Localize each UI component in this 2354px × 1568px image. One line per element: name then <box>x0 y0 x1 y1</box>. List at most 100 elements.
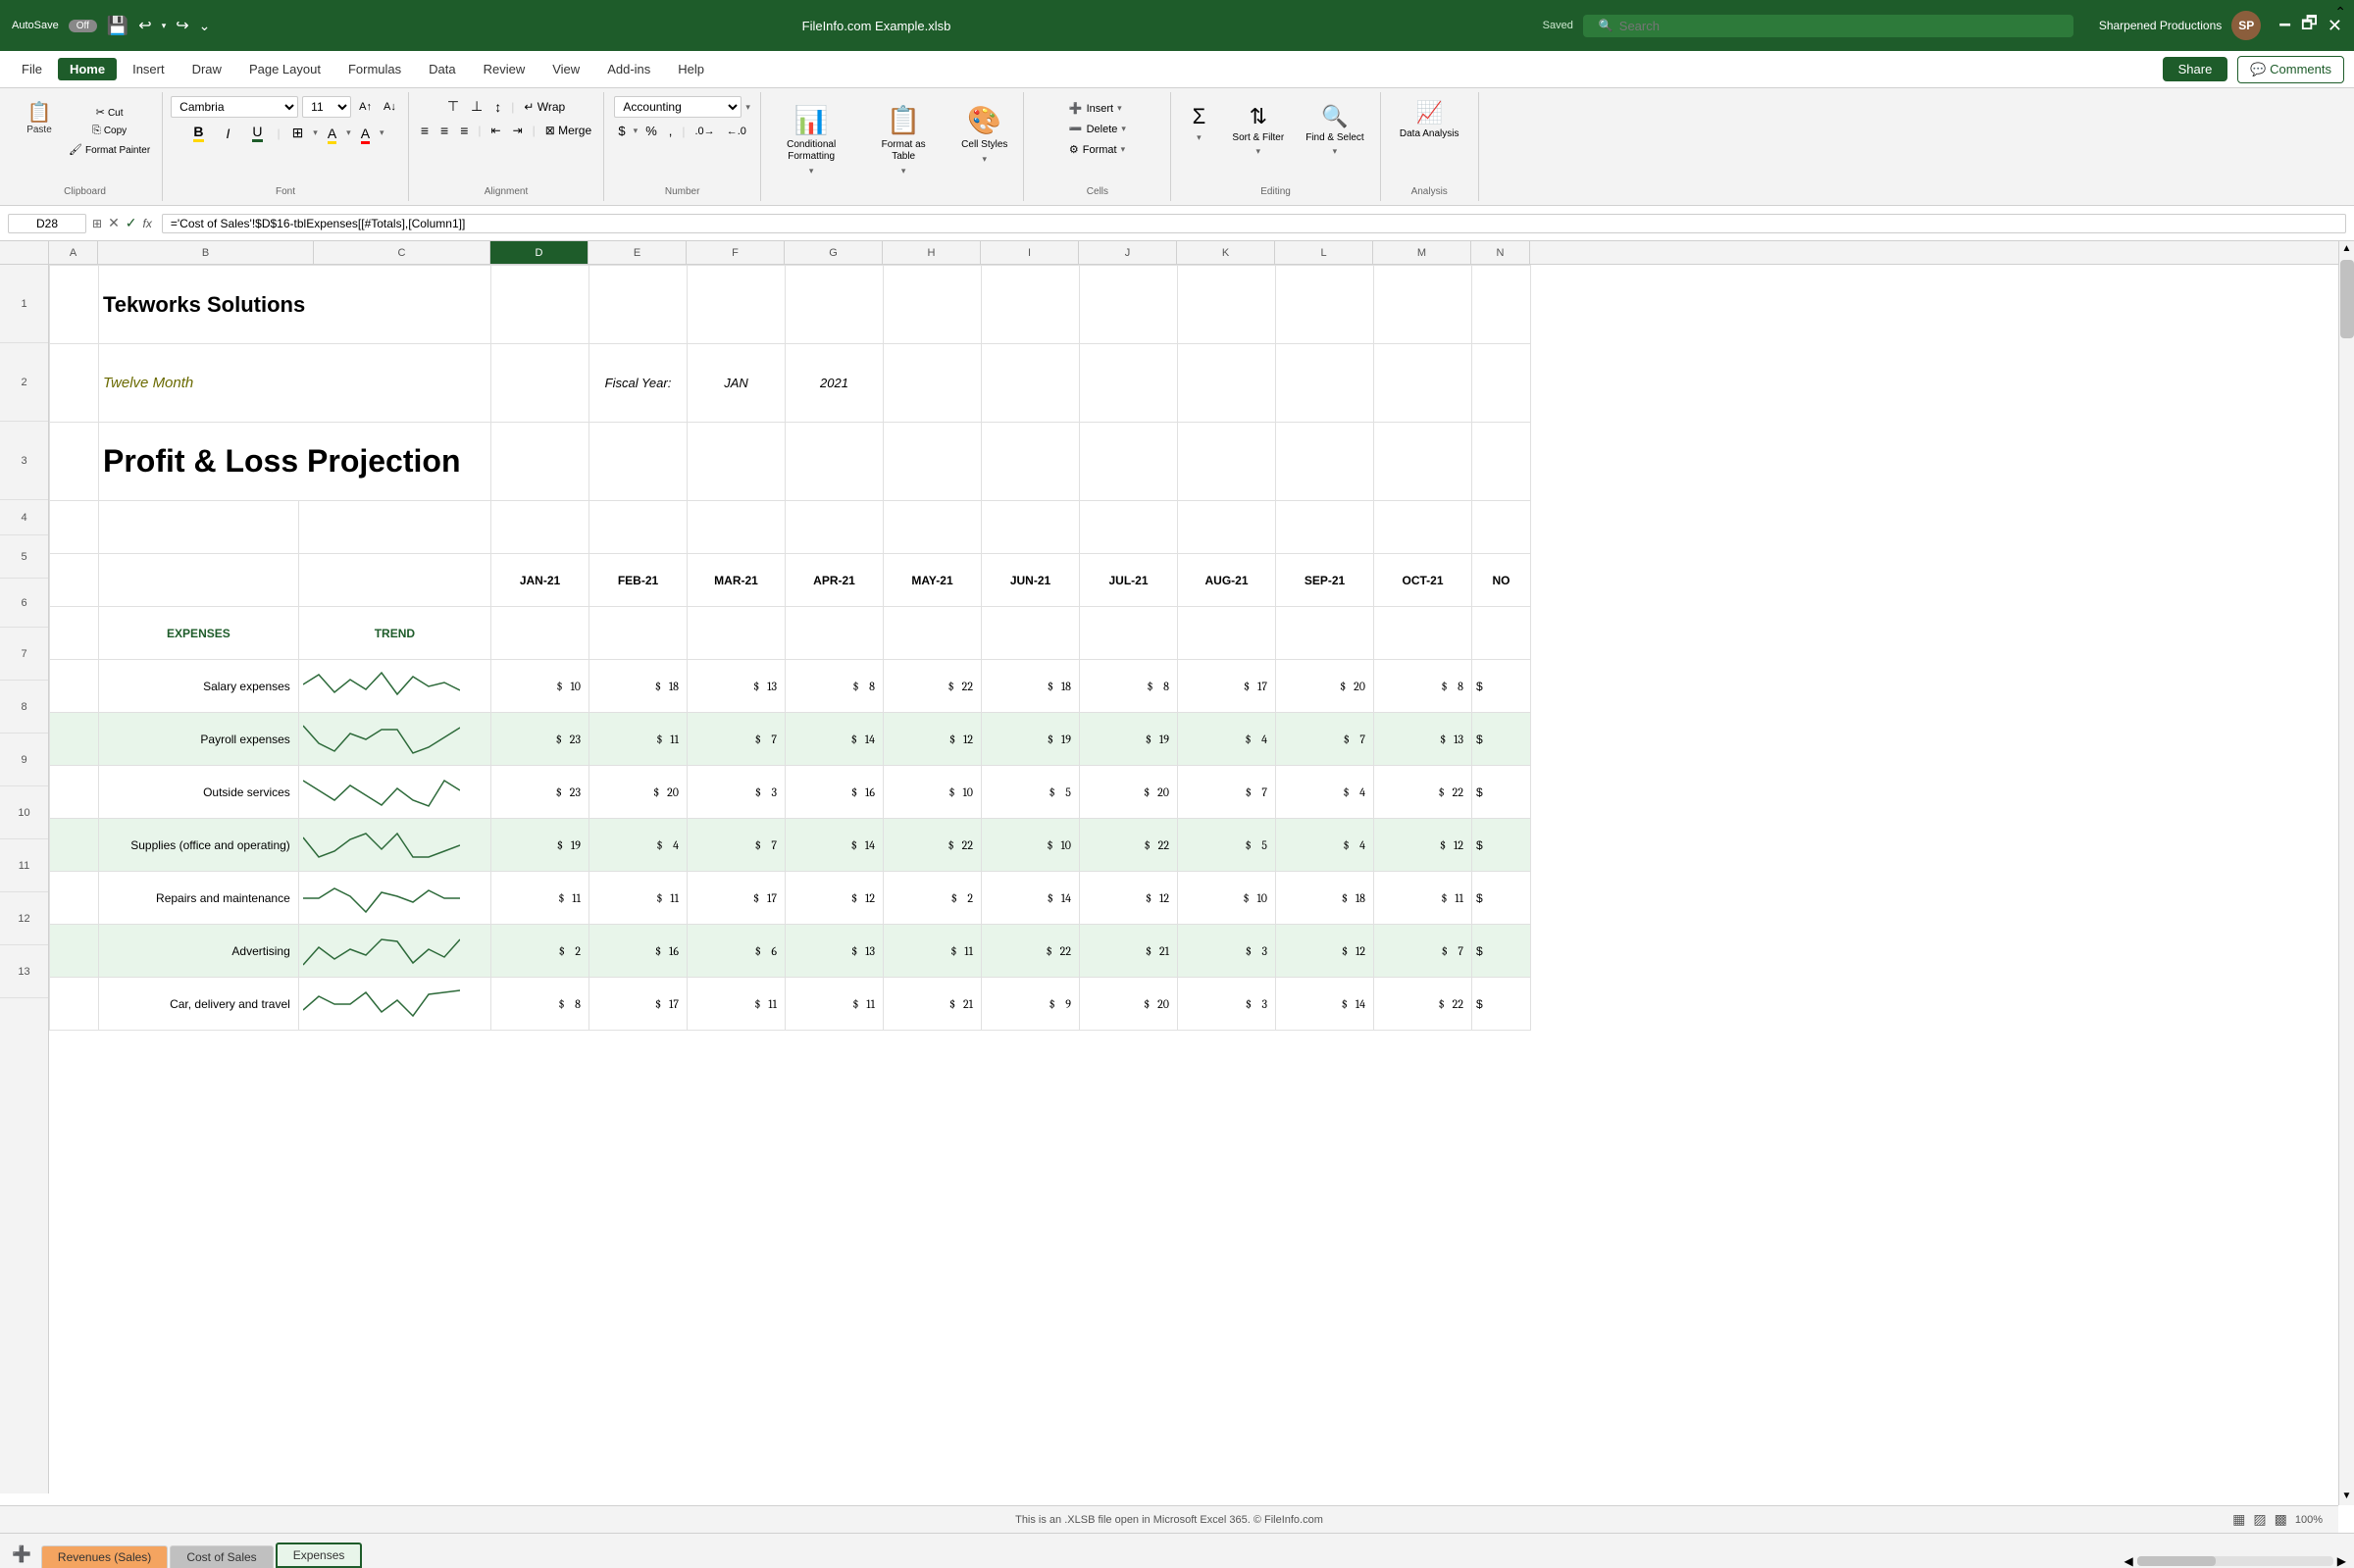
row-num-7[interactable]: 7 <box>0 628 48 681</box>
col-header-B[interactable]: B <box>98 241 314 264</box>
cell-F11[interactable]: $ 17 <box>688 872 786 925</box>
border-button[interactable]: ⊞ <box>288 123 308 143</box>
cell-A11[interactable] <box>50 872 99 925</box>
menu-addins[interactable]: Add-ins <box>595 58 662 80</box>
cell-A9[interactable] <box>50 766 99 819</box>
cell-K8[interactable]: $ 4 <box>1178 713 1276 766</box>
vertical-scrollbar[interactable]: ▲ ▼ <box>2338 241 2354 1505</box>
cell-I12[interactable]: $ 22 <box>982 925 1080 978</box>
cell-I6[interactable] <box>982 607 1080 660</box>
ft-dropdown[interactable]: ▾ <box>901 166 906 177</box>
col-header-M[interactable]: M <box>1373 241 1471 264</box>
cell-E12[interactable]: $ 16 <box>589 925 688 978</box>
fill-color-button[interactable]: A <box>324 124 340 143</box>
cell-D9[interactable]: $ 23 <box>491 766 589 819</box>
cell-B13[interactable]: Car, delivery and travel <box>99 978 299 1031</box>
search-input[interactable] <box>1619 19 2012 33</box>
cell-I4[interactable] <box>982 501 1080 554</box>
cell-G5[interactable]: APR-21 <box>786 554 884 607</box>
cell-E7[interactable]: $ 18 <box>589 660 688 713</box>
cell-F8[interactable]: $ 7 <box>688 713 786 766</box>
cell-D7[interactable]: $ 10 <box>491 660 589 713</box>
cell-D13[interactable]: $ 8 <box>491 978 589 1031</box>
cell-F7[interactable]: $ 13 <box>688 660 786 713</box>
menu-review[interactable]: Review <box>472 58 537 80</box>
scroll-up-button[interactable]: ▲ <box>2340 241 2354 256</box>
cell-H2[interactable] <box>884 344 982 423</box>
align-top-button[interactable]: ⊤ <box>443 96 463 117</box>
col-header-C[interactable]: C <box>314 241 490 264</box>
save-icon[interactable]: 💾 <box>107 16 128 36</box>
view-layout-button[interactable]: ▨ <box>2253 1511 2266 1528</box>
cell-N6[interactable] <box>1472 607 1531 660</box>
align-center-button[interactable]: ≡ <box>436 121 452 140</box>
cell-C13[interactable] <box>298 978 490 1031</box>
row-num-5[interactable]: 5 <box>0 535 48 579</box>
row-num-12[interactable]: 12 <box>0 892 48 945</box>
cell-K13[interactable]: $ 3 <box>1178 978 1276 1031</box>
cell-G11[interactable]: $ 12 <box>786 872 884 925</box>
redo-icon[interactable]: ↪ <box>176 16 188 35</box>
cell-J10[interactable]: $ 22 <box>1080 819 1178 872</box>
cell-N4[interactable] <box>1472 501 1531 554</box>
undo-icon[interactable]: ↩ <box>138 16 151 35</box>
cell-C12[interactable] <box>298 925 490 978</box>
cell-G12[interactable]: $ 13 <box>786 925 884 978</box>
cell-E1[interactable] <box>589 266 688 344</box>
cs-dropdown[interactable]: ▾ <box>983 154 988 165</box>
wrap-text-button[interactable]: ↵ Wrap <box>520 98 569 116</box>
view-normal-button[interactable]: ▦ <box>2232 1511 2245 1528</box>
cell-G1[interactable] <box>786 266 884 344</box>
tab-expenses[interactable]: Expenses <box>276 1543 363 1568</box>
cell-D11[interactable]: $ 11 <box>491 872 589 925</box>
cell-E5[interactable]: FEB-21 <box>589 554 688 607</box>
cell-H13[interactable]: $ 21 <box>884 978 982 1031</box>
cell-M2[interactable] <box>1374 344 1472 423</box>
font-selector[interactable]: Cambria <box>171 96 298 118</box>
cell-A4[interactable] <box>50 501 99 554</box>
format-painter-button[interactable]: 🖌 Format Painter <box>65 141 154 158</box>
cell-reference-input[interactable] <box>8 214 86 233</box>
col-header-A[interactable]: A <box>49 241 98 264</box>
cell-options-icon[interactable]: ⊞ <box>92 217 102 230</box>
dollar-button[interactable]: $ <box>614 122 629 140</box>
cell-B1[interactable]: Tekworks Solutions <box>99 266 491 344</box>
cell-N11[interactable]: $ <box>1472 872 1531 925</box>
cell-K1[interactable] <box>1178 266 1276 344</box>
cell-B8[interactable]: Payroll expenses <box>99 713 299 766</box>
cell-B9[interactable]: Outside services <box>99 766 299 819</box>
decrease-font-button[interactable]: A↓ <box>380 99 400 115</box>
cell-J2[interactable] <box>1080 344 1178 423</box>
cell-D10[interactable]: $ 19 <box>491 819 589 872</box>
percent-button[interactable]: % <box>641 122 661 140</box>
cell-C6[interactable]: TREND <box>298 607 490 660</box>
cell-G8[interactable]: $ 14 <box>786 713 884 766</box>
align-left-button[interactable]: ≡ <box>417 121 433 140</box>
cell-K7[interactable]: $ 17 <box>1178 660 1276 713</box>
col-header-N[interactable]: N <box>1471 241 1530 264</box>
cell-A5[interactable] <box>50 554 99 607</box>
cell-M5[interactable]: OCT-21 <box>1374 554 1472 607</box>
cell-M9[interactable]: $ 22 <box>1374 766 1472 819</box>
cell-E13[interactable]: $ 17 <box>589 978 688 1031</box>
cell-L7[interactable]: $ 20 <box>1276 660 1374 713</box>
cell-D8[interactable]: $ 23 <box>491 713 589 766</box>
menu-file[interactable]: File <box>10 58 54 80</box>
cell-J6[interactable] <box>1080 607 1178 660</box>
cell-A7[interactable] <box>50 660 99 713</box>
menu-view[interactable]: View <box>540 58 591 80</box>
sum-button[interactable]: Σ ▾ <box>1179 100 1218 182</box>
cell-N3[interactable] <box>1472 423 1531 501</box>
merge-center-button[interactable]: ⊠ Merge <box>541 122 595 139</box>
cell-N10[interactable]: $ <box>1472 819 1531 872</box>
cell-N8[interactable]: $ <box>1472 713 1531 766</box>
cell-L8[interactable]: $ 7 <box>1276 713 1374 766</box>
search-box[interactable]: 🔍 <box>1583 15 2073 37</box>
cell-M7[interactable]: $ 8 <box>1374 660 1472 713</box>
cell-L4[interactable] <box>1276 501 1374 554</box>
cell-A8[interactable] <box>50 713 99 766</box>
cell-I9[interactable]: $ 5 <box>982 766 1080 819</box>
menu-formulas[interactable]: Formulas <box>336 58 413 80</box>
align-right-button[interactable]: ≡ <box>456 121 472 140</box>
menu-pagelayout[interactable]: Page Layout <box>237 58 333 80</box>
